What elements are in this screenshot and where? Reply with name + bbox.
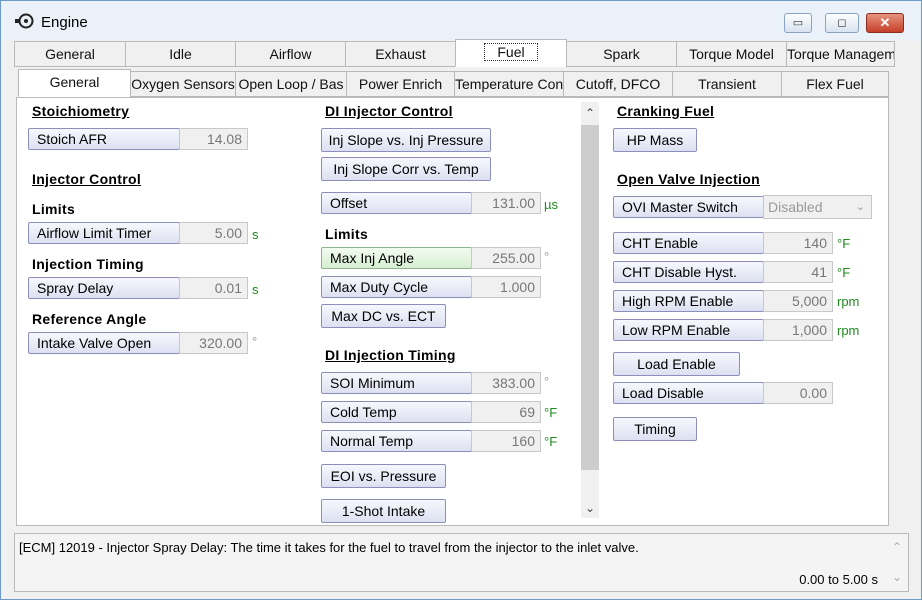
max-dc-vs-ect-button[interactable]: Max DC vs. ECT xyxy=(321,304,446,328)
inj-slope-corr-vs-temp-button[interactable]: Inj Slope Corr vs. Temp xyxy=(321,157,491,181)
stoich-afr-field[interactable]: 14.08 xyxy=(179,128,248,150)
cht-disable-hyst-unit: °F xyxy=(837,265,851,280)
status-description-box: [ECM] 12019 - Injector Spray Delay: The … xyxy=(14,533,909,592)
offset-unit: µs xyxy=(544,197,558,212)
intake-valve-open-unit: ° xyxy=(252,334,258,349)
airflow-limit-unit: s xyxy=(252,227,259,242)
normal-temp-field[interactable]: 160 xyxy=(471,430,541,452)
max-inj-angle-unit: ° xyxy=(544,249,550,264)
max-duty-cycle-field[interactable]: 1.000 xyxy=(471,276,541,298)
hp-mass-button[interactable]: HP Mass xyxy=(613,128,697,152)
low-rpm-enable-label: Low RPM Enable xyxy=(613,319,764,341)
high-rpm-enable-unit: rpm xyxy=(837,294,860,309)
tab-torque-management[interactable]: Torque Managem xyxy=(786,41,895,67)
reference-angle-header: Reference Angle xyxy=(32,311,147,327)
normal-temp-label: Normal Temp xyxy=(321,430,472,452)
status-scroll-up-icon[interactable]: ⌃ xyxy=(892,540,902,554)
high-rpm-enable-label: High RPM Enable xyxy=(613,290,764,312)
scroll-up-arrow-icon[interactable]: ⌃ xyxy=(581,106,599,120)
max-duty-cycle-label: Max Duty Cycle xyxy=(321,276,472,298)
load-enable-button[interactable]: Load Enable xyxy=(613,352,740,376)
di-limits-header: Limits xyxy=(325,226,369,242)
ovi-master-switch-value: Disabled xyxy=(768,199,823,215)
tab-fuel[interactable]: Fuel xyxy=(455,39,567,67)
soi-minimum-label: SOI Minimum xyxy=(321,372,472,394)
eoi-vs-pressure-button[interactable]: EOI vs. Pressure xyxy=(321,464,446,488)
low-rpm-enable-field[interactable]: 1,000 xyxy=(763,319,833,341)
cranking-fuel-header: Cranking Fuel xyxy=(617,103,715,119)
stoich-afr-label: Stoich AFR xyxy=(28,128,180,150)
offset-field[interactable]: 131.00 xyxy=(471,192,541,214)
cold-temp-unit: °F xyxy=(544,405,558,420)
window-title: Engine xyxy=(41,14,88,31)
limits-header: Limits xyxy=(32,201,76,217)
scrollbar-thumb[interactable] xyxy=(581,125,599,470)
cht-disable-hyst-label: CHT Disable Hyst. xyxy=(613,261,764,283)
normal-temp-unit: °F xyxy=(544,434,558,449)
open-valve-injection-header: Open Valve Injection xyxy=(617,171,760,187)
di-injector-control-header: DI Injector Control xyxy=(325,103,453,119)
ovi-master-switch-label: OVI Master Switch xyxy=(613,196,764,218)
cht-enable-field[interactable]: 140 xyxy=(763,232,833,254)
engine-window: Engine ▭ ◻ ✕ General Idle Airflow Exhaus… xyxy=(0,0,922,600)
subtab-cutoff-dfco[interactable]: Cutoff, DFCO xyxy=(563,71,673,97)
cht-disable-hyst-field[interactable]: 41 xyxy=(763,261,833,283)
cht-enable-unit: °F xyxy=(837,236,851,251)
airflow-limit-timer-field[interactable]: 5.00 xyxy=(179,222,248,244)
intake-valve-open-label: Intake Valve Open xyxy=(28,332,180,354)
cold-temp-field[interactable]: 69 xyxy=(471,401,541,423)
low-rpm-enable-unit: rpm xyxy=(837,323,860,338)
max-inj-angle-field[interactable]: 255.00 xyxy=(471,247,541,269)
chevron-down-icon: ⌄ xyxy=(855,201,865,213)
offset-label: Offset xyxy=(321,192,472,214)
tab-torque-model[interactable]: Torque Model xyxy=(676,41,787,67)
subtab-transient[interactable]: Transient xyxy=(672,71,782,97)
subtab-open-loop[interactable]: Open Loop / Bas xyxy=(235,71,347,97)
subtab-oxygen-sensors[interactable]: Oxygen Sensors xyxy=(130,71,236,97)
engine-icon xyxy=(15,13,34,29)
airflow-limit-timer-label: Airflow Limit Timer xyxy=(28,222,180,244)
ovi-master-switch-dropdown[interactable]: Disabled ⌄ xyxy=(763,195,872,219)
subtab-flex-fuel[interactable]: Flex Fuel xyxy=(781,71,889,97)
load-disable-field[interactable]: 0.00 xyxy=(763,382,833,404)
subtab-temperature-control[interactable]: Temperature Cont xyxy=(454,71,564,97)
status-description-text: [ECM] 12019 - Injector Spray Delay: The … xyxy=(19,540,639,555)
load-disable-label: Load Disable xyxy=(613,382,764,404)
tab-exhaust[interactable]: Exhaust xyxy=(345,41,456,67)
one-shot-intake-button[interactable]: 1-Shot Intake xyxy=(321,499,446,523)
spray-delay-field[interactable]: 0.01 xyxy=(179,277,248,299)
max-inj-angle-label: Max Inj Angle xyxy=(321,247,472,269)
tab-spark[interactable]: Spark xyxy=(566,41,677,67)
inj-slope-vs-pressure-button[interactable]: Inj Slope vs. Inj Pressure xyxy=(321,128,491,152)
stoichiometry-header: Stoichiometry xyxy=(32,103,130,119)
tab-general[interactable]: General xyxy=(14,41,126,67)
minimize-button[interactable]: ▭ xyxy=(784,13,812,33)
cold-temp-label: Cold Temp xyxy=(321,401,472,423)
subtab-general[interactable]: General xyxy=(18,69,131,97)
tab-airflow[interactable]: Airflow xyxy=(235,41,346,67)
soi-minimum-unit: ° xyxy=(544,374,550,389)
di-injection-timing-header: DI Injection Timing xyxy=(325,347,456,363)
injection-timing-header: Injection Timing xyxy=(32,256,144,272)
status-range-text: 0.00 to 5.00 s xyxy=(799,572,878,587)
injector-control-header: Injector Control xyxy=(32,171,142,187)
scroll-down-arrow-icon[interactable]: ⌄ xyxy=(581,501,599,515)
intake-valve-open-field[interactable]: 320.00 xyxy=(179,332,248,354)
tab-idle[interactable]: Idle xyxy=(125,41,236,67)
high-rpm-enable-field[interactable]: 5,000 xyxy=(763,290,833,312)
status-scroll-down-icon[interactable]: ⌄ xyxy=(892,570,902,584)
timing-button[interactable]: Timing xyxy=(613,417,697,441)
soi-minimum-field[interactable]: 383.00 xyxy=(471,372,541,394)
close-button[interactable]: ✕ xyxy=(866,13,904,33)
subtab-power-enrich[interactable]: Power Enrich xyxy=(346,71,455,97)
spray-delay-label: Spray Delay xyxy=(28,277,180,299)
spray-delay-unit: s xyxy=(252,282,259,297)
cht-enable-label: CHT Enable xyxy=(613,232,764,254)
maximize-button[interactable]: ◻ xyxy=(825,13,859,33)
title-bar: Engine ▭ ◻ ✕ xyxy=(1,1,921,41)
tab-fuel-label: Fuel xyxy=(484,43,538,61)
